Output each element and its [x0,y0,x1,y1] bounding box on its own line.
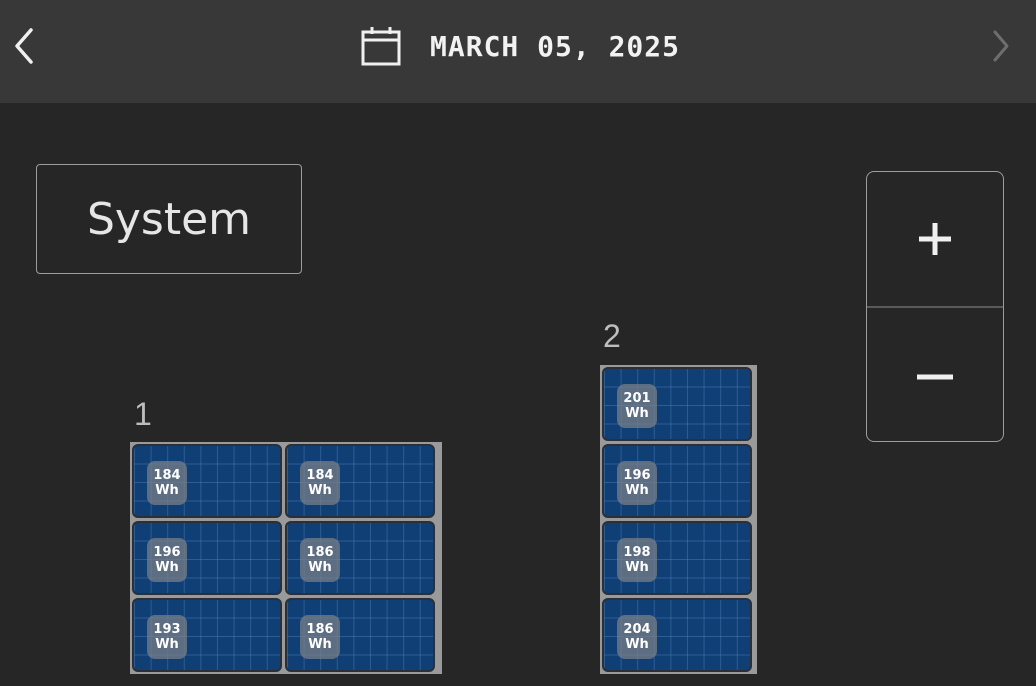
solar-panel[interactable]: 201 Wh [602,367,752,441]
energy-badge: 198 Wh [617,538,657,582]
solar-panel[interactable]: 196 Wh [602,444,752,518]
zoom-out-button[interactable] [867,308,1003,441]
energy-value: 198 [623,545,651,560]
calendar-icon [361,27,401,66]
solar-panel[interactable]: 184 Wh [285,444,435,518]
solar-array-1: 184 Wh 184 Wh 196 Wh 186 Wh 193 Wh 186 Wh [130,442,442,674]
zoom-control [866,171,1004,442]
energy-value: 186 [306,622,334,637]
energy-badge: 184 Wh [147,461,187,505]
energy-unit: Wh [308,637,332,652]
energy-unit: Wh [625,483,649,498]
date-label: MARCH 05, 2025 [430,29,681,63]
energy-value: 193 [153,622,181,637]
date-selector[interactable]: MARCH 05, 2025 [360,22,680,70]
array-label-1: 1 [134,396,152,432]
energy-badge: 193 Wh [147,615,187,659]
chevron-left-icon [15,28,33,64]
previous-day-button[interactable] [0,22,48,70]
energy-badge: 204 Wh [617,615,657,659]
energy-value: 184 [306,468,334,483]
energy-badge: 184 Wh [300,461,340,505]
array-label-2: 2 [603,318,621,354]
energy-value: 196 [623,468,651,483]
energy-unit: Wh [625,637,649,652]
minus-icon [917,374,953,380]
zoom-in-button[interactable] [867,172,1003,306]
energy-value: 184 [153,468,181,483]
system-button[interactable]: System [36,164,302,274]
energy-unit: Wh [308,560,332,575]
energy-unit: Wh [625,560,649,575]
energy-badge: 186 Wh [300,615,340,659]
plus-icon [919,223,951,255]
solar-panel[interactable]: 184 Wh [132,444,282,518]
energy-badge: 196 Wh [147,538,187,582]
energy-unit: Wh [155,637,179,652]
next-day-button[interactable] [976,22,1024,70]
energy-badge: 196 Wh [617,461,657,505]
energy-badge: 186 Wh [300,538,340,582]
chevron-right-icon [993,30,1009,62]
solar-panel[interactable]: 186 Wh [285,521,435,595]
energy-unit: Wh [308,483,332,498]
solar-array-2: 201 Wh 196 Wh 198 Wh 204 Wh [600,365,757,674]
energy-value: 204 [623,622,651,637]
solar-panel[interactable]: 193 Wh [132,598,282,672]
energy-badge: 201 Wh [617,384,657,428]
solar-panel[interactable]: 204 Wh [602,598,752,672]
energy-unit: Wh [155,560,179,575]
solar-panel[interactable]: 196 Wh [132,521,282,595]
solar-panel[interactable]: 198 Wh [602,521,752,595]
energy-value: 186 [306,545,334,560]
energy-value: 196 [153,545,181,560]
energy-unit: Wh [155,483,179,498]
energy-unit: Wh [625,406,649,421]
top-bar: MARCH 05, 2025 [0,0,1036,103]
solar-panel[interactable]: 186 Wh [285,598,435,672]
energy-value: 201 [623,391,651,406]
